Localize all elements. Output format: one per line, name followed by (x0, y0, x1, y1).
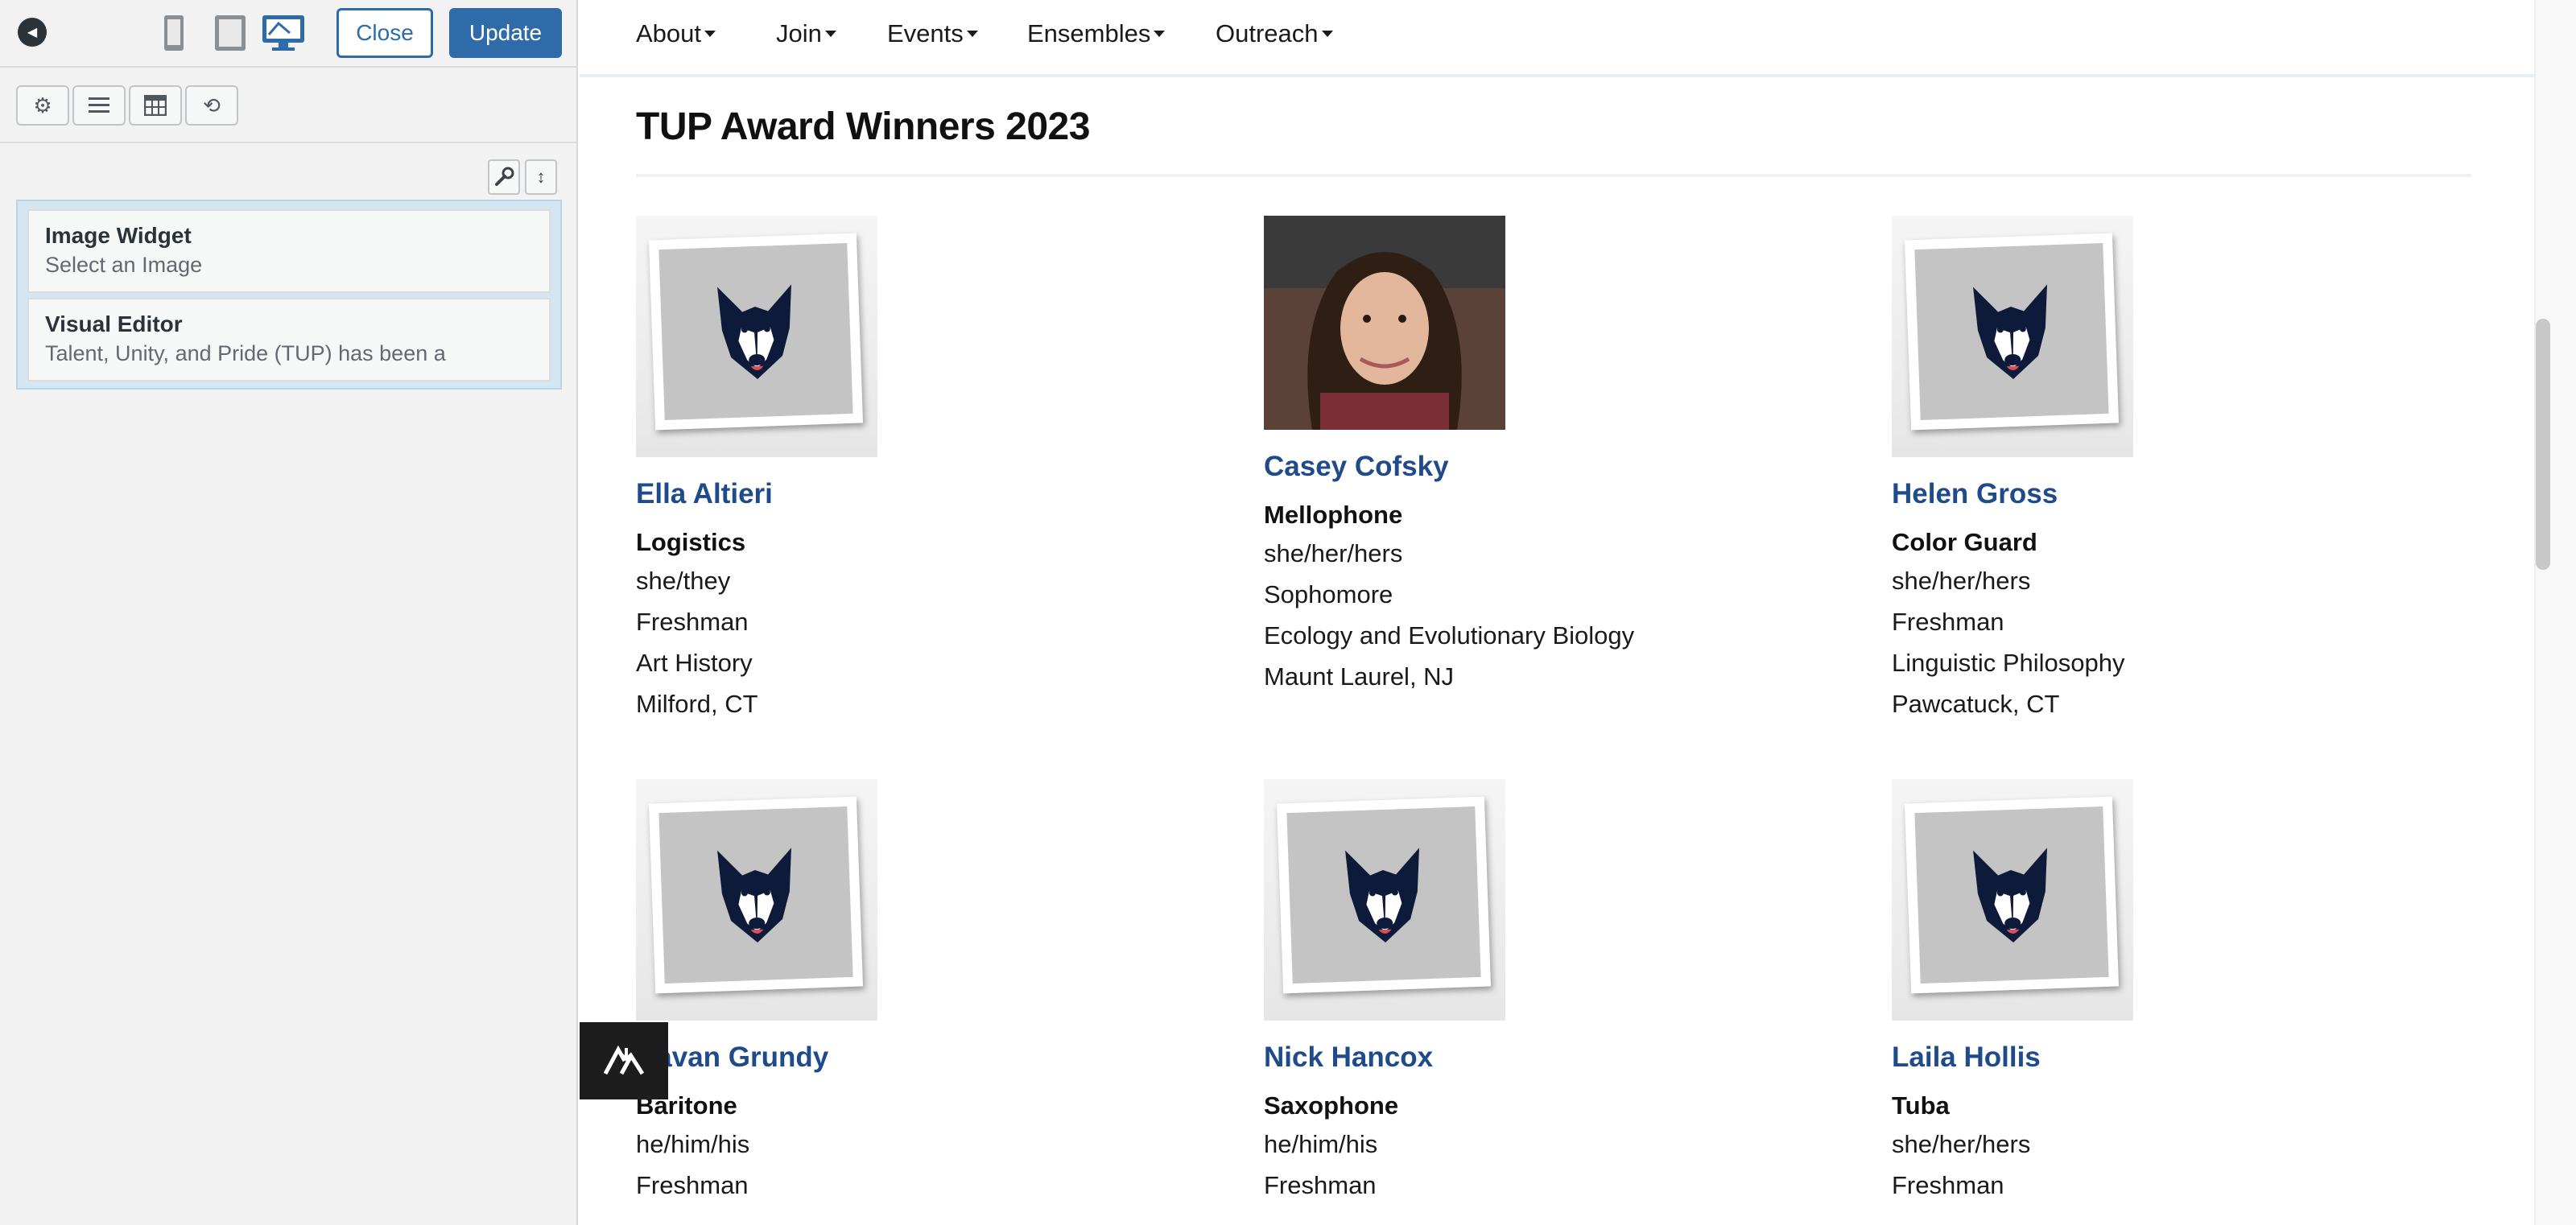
winner-role: Logistics (636, 528, 746, 556)
main-navigation: About Join Events Ensembles Outreach (580, 0, 2534, 77)
caret-down-icon (966, 31, 978, 37)
winner-year: Freshman (1892, 608, 2004, 636)
husky-logo-image (1264, 779, 1505, 1021)
winner-pronouns: she/her/hers (1892, 1130, 2031, 1158)
winner-name-link[interactable]: Casey Cofsky (1264, 451, 1449, 483)
winner-hometown: Milford, CT (636, 690, 758, 718)
page-title: TUP Award Winners 2023 (636, 105, 1090, 148)
winner-details: she/her/hers Freshman (1892, 1124, 2030, 1206)
caret-down-icon (704, 31, 716, 37)
scrollbar-thumb[interactable] (2536, 319, 2550, 570)
widget-visual-editor[interactable]: Visual Editor Talent, Unity, and Pride (… (27, 298, 551, 382)
winner-card: Cavan Grundy Baritone he/him/his Freshma… (636, 779, 1135, 1225)
winner-major: Linguistic Philosophy (1892, 649, 2125, 677)
widget-description: Talent, Unity, and Pride (TUP) has been … (45, 341, 446, 365)
husky-icon (1973, 848, 2047, 942)
nav-item-join[interactable]: Join (776, 14, 836, 53)
nav-item-ensembles[interactable]: Ensembles (1027, 14, 1166, 53)
winner-details: he/him/his Freshman (636, 1124, 749, 1206)
widget-description: Select an Image (45, 253, 203, 277)
gear-icon[interactable]: ⚙ (16, 85, 69, 126)
wrench-icon[interactable] (488, 159, 520, 195)
nav-label: Ensembles (1027, 19, 1151, 47)
winner-role: Saxophone (1264, 1091, 1399, 1120)
history-icon[interactable]: ⟲ (185, 85, 238, 126)
winner-name-link[interactable]: Laila Hollis (1892, 1041, 2041, 1074)
panel-divider (0, 142, 576, 143)
widget-image[interactable]: Image Widget Select an Image (27, 209, 551, 293)
resize-vertical-icon[interactable]: ↕ (525, 159, 557, 195)
winner-pronouns: she/her/hers (1264, 539, 1403, 567)
tablet-icon[interactable] (211, 13, 250, 53)
winner-year: Freshman (636, 608, 749, 636)
site-preview: About Join Events Ensembles Outreach TUP… (580, 0, 2534, 1225)
winner-details: she/they Freshman Art History Milford, C… (636, 560, 758, 724)
nav-item-events[interactable]: Events (887, 14, 978, 53)
widget-area: Image Widget Select an Image Visual Edit… (16, 200, 562, 390)
customizer-header: ◀ Close Update (0, 0, 576, 68)
husky-logo-image (1892, 216, 2133, 457)
caret-down-icon (1321, 31, 1333, 37)
winner-card: Casey Cofsky Mellophone she/her/hers Sop… (1264, 216, 1763, 731)
customizer-panel: ◀ Close Update ⚙ ⟲ ↕ Image Widget Select… (0, 0, 578, 1225)
winner-card: Ella Altieri Logistics she/they Freshman… (636, 216, 1135, 731)
winner-major: Ecology and Evolutionary Biology (1264, 621, 1635, 650)
winner-pronouns: she/her/hers (1892, 567, 2031, 595)
layout-icon[interactable] (129, 85, 182, 126)
husky-icon (1345, 848, 1419, 942)
mobile-icon[interactable] (158, 13, 190, 53)
winner-card: Laila Hollis Tuba she/her/hers Freshman (1892, 779, 2391, 1225)
winner-name-link[interactable]: Ella Altieri (636, 478, 773, 510)
winner-card: Helen Gross Color Guard she/her/hers Fre… (1892, 216, 2391, 731)
portrait-photo (1264, 216, 1505, 430)
winner-details: he/him/his Freshman (1264, 1124, 1377, 1206)
caret-down-icon (824, 31, 836, 37)
winner-hometown: Maunt Laurel, NJ (1264, 662, 1455, 691)
desktop-icon[interactable] (259, 13, 308, 53)
husky-logo-image (636, 779, 877, 1021)
husky-icon (717, 284, 791, 379)
winner-year: Freshman (1892, 1171, 2004, 1199)
husky-logo-image (1892, 779, 2133, 1021)
winner-hometown: Pawcatuck, CT (1892, 690, 2060, 718)
husky-logo-image (636, 216, 877, 457)
husky-icon (1973, 284, 2047, 379)
nav-label: About (636, 19, 702, 47)
scrollbar-track[interactable] (2534, 0, 2576, 1225)
accessibility-widget-icon[interactable] (580, 1022, 668, 1099)
close-button[interactable]: Close (336, 8, 433, 58)
widget-title: Image Widget (45, 223, 192, 248)
winner-role: Tuba (1892, 1091, 1950, 1120)
caret-down-icon (1154, 31, 1166, 37)
winner-role: Color Guard (1892, 528, 2037, 556)
title-divider (636, 174, 2471, 177)
winner-major: Art History (636, 649, 753, 677)
nav-label: Events (887, 19, 964, 47)
winner-pronouns: he/him/his (1264, 1130, 1378, 1158)
winner-pronouns: he/him/his (636, 1130, 750, 1158)
winner-name-link[interactable]: Helen Gross (1892, 478, 2058, 510)
winner-role: Mellophone (1264, 501, 1403, 529)
winner-card: Nick Hancox Saxophone he/him/his Freshma… (1264, 779, 1763, 1225)
nav-item-about[interactable]: About (636, 14, 716, 53)
winner-year: Sophomore (1264, 580, 1393, 608)
winner-year: Freshman (1264, 1171, 1377, 1199)
husky-icon (717, 848, 791, 942)
list-icon[interactable] (72, 85, 126, 126)
widget-title: Visual Editor (45, 311, 183, 336)
collapse-sidebar-icon[interactable]: ◀ (18, 18, 47, 47)
winner-details: she/her/hers Sophomore Ecology and Evolu… (1264, 533, 1634, 697)
nav-label: Outreach (1216, 19, 1319, 47)
nav-label: Join (776, 19, 822, 47)
winner-pronouns: she/they (636, 567, 731, 595)
winner-name-link[interactable]: Nick Hancox (1264, 1041, 1433, 1074)
update-button[interactable]: Update (449, 8, 562, 58)
winner-year: Freshman (636, 1171, 749, 1199)
winner-details: she/her/hers Freshman Linguistic Philoso… (1892, 560, 2125, 724)
nav-item-outreach[interactable]: Outreach (1216, 14, 1333, 53)
